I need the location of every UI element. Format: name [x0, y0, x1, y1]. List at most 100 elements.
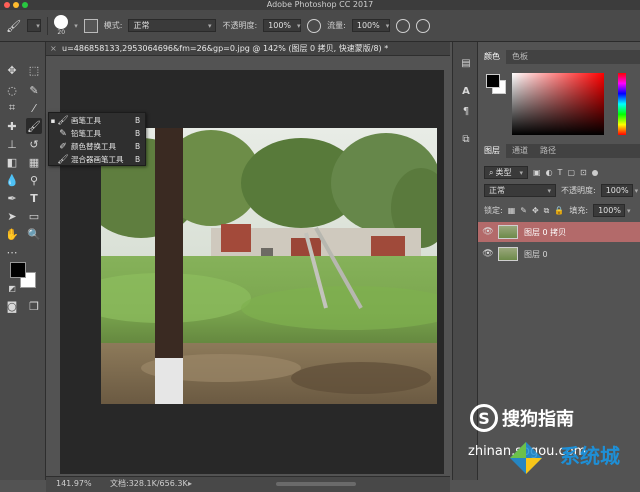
sogou-logo-icon: S: [470, 404, 498, 432]
blend-mode-dropdown[interactable]: 正常 ▾: [484, 184, 556, 197]
eyedropper-tool-icon[interactable]: ⁄: [26, 100, 42, 116]
brush-icon: 🖌: [57, 115, 69, 126]
layer-opacity-input[interactable]: 100% ▾: [600, 184, 638, 197]
document-size: 文档:328.1K/656.3K: [110, 479, 188, 488]
dodge-tool-icon[interactable]: ⚲: [26, 172, 42, 188]
lock-all-icon[interactable]: 🔒: [554, 206, 564, 215]
history-brush-tool-icon[interactable]: ↺: [26, 136, 42, 152]
quick-select-tool-icon[interactable]: ✎: [26, 82, 42, 98]
foreground-color-swatch[interactable]: [10, 262, 26, 278]
panel-foreground-swatch[interactable]: [486, 74, 500, 88]
history-panel-icon[interactable]: ▤: [459, 56, 473, 70]
flyout-item-label: 画笔工具: [71, 116, 101, 125]
opacity-input[interactable]: 100% ▾: [263, 19, 302, 32]
document-image[interactable]: [101, 128, 437, 404]
pencil-icon: ✎: [59, 128, 67, 139]
shape-filter-icon[interactable]: ▢: [567, 168, 575, 177]
opacity-value: 100%: [268, 20, 292, 30]
flyout-item-pencil[interactable]: ✎ 铅笔工具 B: [49, 127, 147, 140]
crop-tool-icon[interactable]: ⌗: [4, 100, 20, 116]
properties-panel-icon[interactable]: ⧉: [459, 132, 473, 146]
brush-tool-icon[interactable]: 🖌: [26, 118, 42, 134]
tab-paths[interactable]: 路径: [534, 144, 562, 158]
character-panel-icon[interactable]: A: [459, 84, 473, 98]
title-bar: Adobe Photoshop CC 2017: [0, 0, 640, 10]
flyout-item-mixer-brush[interactable]: 🖌 混合器画笔工具 B: [49, 153, 147, 166]
horizontal-scrollbar[interactable]: [276, 482, 356, 486]
visibility-eye-icon[interactable]: 👁: [478, 249, 498, 259]
divider: [47, 16, 49, 35]
pressure-size-icon[interactable]: [415, 18, 430, 33]
minimize-window-button[interactable]: [13, 2, 19, 8]
brush-panel-icon[interactable]: [83, 18, 98, 33]
marquee-tool-icon[interactable]: ⬚: [26, 62, 42, 78]
type-tool-icon[interactable]: T: [26, 190, 42, 206]
chevron-down-icon[interactable]: ▾: [74, 22, 78, 30]
brush-tip-icon: [54, 15, 69, 29]
filter-toggle-icon[interactable]: [591, 169, 598, 176]
watermark-title: 搜狗指南: [502, 409, 574, 430]
screen-mode-icon[interactable]: ❐: [26, 298, 42, 314]
hue-slider[interactable]: [618, 73, 626, 135]
hand-tool-icon[interactable]: ✋: [4, 226, 20, 242]
tool-preset-dropdown[interactable]: ▾: [27, 19, 42, 32]
lock-transparency-icon[interactable]: ▦: [508, 206, 516, 215]
quick-mask-icon[interactable]: ◙: [4, 298, 20, 314]
default-colors-icon[interactable]: ◩: [4, 280, 20, 296]
pixel-filter-icon[interactable]: ▣: [533, 168, 541, 177]
rectangle-tool-icon[interactable]: ▭: [26, 208, 42, 224]
path-select-tool-icon[interactable]: ➤: [4, 208, 20, 224]
flow-label: 流量:: [327, 21, 346, 30]
mode-value: 正常: [133, 20, 150, 30]
close-window-button[interactable]: [4, 2, 10, 8]
flow-input[interactable]: 100% ▾: [351, 19, 390, 32]
maximize-window-button[interactable]: [22, 2, 28, 8]
tab-layers[interactable]: 图层: [478, 144, 506, 158]
fill-input[interactable]: 100% ▾: [593, 204, 630, 217]
flyout-item-shortcut: B: [135, 155, 141, 164]
pressure-opacity-icon[interactable]: [307, 18, 322, 33]
tab-swatches[interactable]: 色板: [506, 50, 534, 64]
lock-pixels-icon[interactable]: ✎: [520, 206, 527, 215]
flyout-item-color-replacement[interactable]: ✐ 颜色替换工具 B: [49, 140, 147, 153]
flyout-item-brush[interactable]: ▪ 🖌 画笔工具 B: [49, 114, 147, 127]
layers-panel-tabs: 图层 通道 路径: [478, 144, 640, 158]
healing-tool-icon[interactable]: ✚: [4, 118, 20, 134]
layer-row-selected[interactable]: 👁 图层 0 拷贝: [478, 222, 640, 242]
paragraph-panel-icon[interactable]: ¶: [459, 104, 473, 118]
layer-thumbnail: [498, 247, 518, 261]
tab-color[interactable]: 颜色: [478, 50, 506, 64]
mode-dropdown[interactable]: 正常 ▾: [128, 19, 217, 32]
gradient-tool-icon[interactable]: ▦: [26, 154, 42, 170]
blur-tool-icon[interactable]: 💧: [4, 172, 20, 188]
clone-stamp-tool-icon[interactable]: ⊥: [4, 136, 20, 152]
fill-label: 填充:: [569, 206, 589, 215]
document-tab[interactable]: × u=486858133,2953064696&fm=26&gp=0.jpg …: [46, 42, 450, 56]
layer-filter-dropdown[interactable]: ⌕ 类型 ▾: [484, 166, 528, 179]
pen-tool-icon[interactable]: ✒: [4, 190, 20, 206]
app-title: Adobe Photoshop CC 2017: [266, 0, 374, 9]
color-replacement-icon: ✐: [59, 141, 67, 152]
brush-preset-icon[interactable]: 🖌: [6, 19, 21, 33]
color-picker-field[interactable]: [512, 73, 604, 135]
close-tab-icon[interactable]: ×: [50, 42, 57, 55]
flyout-item-shortcut: B: [135, 116, 141, 125]
type-filter-icon[interactable]: T: [558, 168, 563, 177]
airbrush-icon[interactable]: [395, 18, 410, 33]
lock-position-icon[interactable]: ✥: [532, 206, 539, 215]
brush-size-picker[interactable]: 20: [54, 15, 69, 36]
zoom-level[interactable]: 141.97%: [56, 477, 92, 491]
smart-object-filter-icon[interactable]: ⊡: [580, 168, 587, 177]
status-menu-arrow-icon[interactable]: ▸: [188, 477, 192, 491]
zoom-tool-icon[interactable]: 🔍: [26, 226, 42, 242]
adjustment-filter-icon[interactable]: ◐: [546, 168, 553, 177]
lasso-tool-icon[interactable]: ◌: [4, 82, 20, 98]
move-tool-icon[interactable]: ✥: [4, 62, 20, 78]
eraser-tool-icon[interactable]: ◧: [4, 154, 20, 170]
ellipsis-icon[interactable]: ⋯: [4, 244, 20, 260]
tab-channels[interactable]: 通道: [506, 144, 534, 158]
visibility-eye-icon[interactable]: 👁: [478, 227, 498, 237]
layer-row[interactable]: 👁 图层 0: [478, 244, 640, 264]
sogou-watermark: S 搜狗指南: [470, 404, 574, 432]
lock-artboard-icon[interactable]: ⧉: [544, 206, 550, 216]
